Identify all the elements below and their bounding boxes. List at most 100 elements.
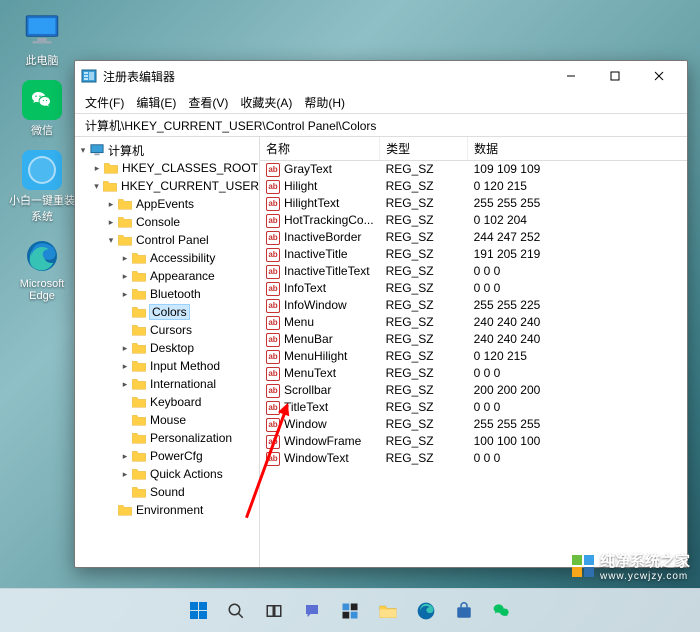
desktop-icon-label: 微信 <box>31 122 53 138</box>
tree-label: Sound <box>150 485 185 499</box>
tree-node[interactable]: ▸Desktop <box>77 339 259 357</box>
desktop-icon-this-pc[interactable]: 此电脑 <box>6 8 78 70</box>
edge-icon <box>22 236 62 276</box>
folder-icon <box>117 503 133 517</box>
value-row[interactable]: TitleTextREG_SZ0 0 0 <box>260 399 687 416</box>
tree-label: Cursors <box>150 323 192 337</box>
col-type[interactable]: 类型 <box>380 137 468 161</box>
menu-file[interactable]: 文件(F) <box>85 94 124 111</box>
col-data[interactable]: 数据 <box>468 137 687 161</box>
menu-edit[interactable]: 编辑(E) <box>136 94 176 111</box>
wechat-icon <box>22 80 62 120</box>
value-row[interactable]: WindowTextREG_SZ0 0 0 <box>260 450 687 467</box>
folder-icon <box>131 341 147 355</box>
tree-node[interactable]: ▾计算机 <box>77 141 259 159</box>
value-row[interactable]: HotTrackingCo...REG_SZ0 102 204 <box>260 212 687 229</box>
value-row[interactable]: GrayTextREG_SZ109 109 109 <box>260 161 687 178</box>
desktop-icon-wechat[interactable]: 微信 <box>6 78 78 140</box>
value-row[interactable]: InactiveTitleREG_SZ191 205 219 <box>260 246 687 263</box>
maximize-button[interactable] <box>593 61 637 91</box>
string-value-icon <box>266 418 280 432</box>
folder-icon <box>102 179 118 193</box>
folder-icon <box>131 359 147 373</box>
value-row[interactable]: InactiveTitleTextREG_SZ0 0 0 <box>260 263 687 280</box>
tree-node[interactable]: Mouse <box>77 411 259 429</box>
twisty-icon[interactable]: ▸ <box>119 271 131 282</box>
twisty-icon[interactable]: ▸ <box>119 343 131 354</box>
twisty-icon[interactable]: ▸ <box>119 379 131 390</box>
search-button[interactable] <box>220 595 252 627</box>
tree-node[interactable]: ▸Bluetooth <box>77 285 259 303</box>
value-list[interactable]: 名称 类型 数据 GrayTextREG_SZ109 109 109Hiligh… <box>260 137 687 567</box>
menu-view[interactable]: 查看(V) <box>188 94 228 111</box>
tree-node[interactable]: ▸Accessibility <box>77 249 259 267</box>
folder-icon <box>117 215 133 229</box>
tree-node[interactable]: ▸HKEY_CLASSES_ROOT <box>77 159 259 177</box>
minimize-button[interactable] <box>549 61 593 91</box>
string-value-icon <box>266 435 280 449</box>
edge-button[interactable] <box>410 595 442 627</box>
twisty-icon[interactable]: ▾ <box>77 145 89 156</box>
value-row[interactable]: WindowREG_SZ255 255 255 <box>260 416 687 433</box>
wechat-button[interactable] <box>486 595 518 627</box>
titlebar[interactable]: 注册表编辑器 <box>75 61 687 91</box>
store-button[interactable] <box>448 595 480 627</box>
close-button[interactable] <box>637 61 681 91</box>
task-view-button[interactable] <box>258 595 290 627</box>
tree-node[interactable]: ▸Quick Actions <box>77 465 259 483</box>
col-name[interactable]: 名称 <box>260 137 380 161</box>
tree-node[interactable]: ▸AppEvents <box>77 195 259 213</box>
widgets-button[interactable] <box>334 595 366 627</box>
value-row[interactable]: MenuREG_SZ240 240 240 <box>260 314 687 331</box>
twisty-icon[interactable]: ▸ <box>119 451 131 462</box>
twisty-icon[interactable]: ▸ <box>119 289 131 300</box>
twisty-icon[interactable]: ▾ <box>91 181 102 192</box>
string-value-icon <box>266 265 280 279</box>
twisty-icon[interactable]: ▸ <box>119 469 131 480</box>
address-bar[interactable]: 计算机\HKEY_CURRENT_USER\Control Panel\Colo… <box>75 113 687 137</box>
chat-button[interactable] <box>296 595 328 627</box>
tree-node[interactable]: ▾Control Panel <box>77 231 259 249</box>
tree-node[interactable]: ▸PowerCfg <box>77 447 259 465</box>
start-button[interactable] <box>182 595 214 627</box>
tree-node[interactable]: ▸ Console <box>77 213 259 231</box>
value-row[interactable]: InactiveBorderREG_SZ244 247 252 <box>260 229 687 246</box>
tree-view[interactable]: ▾计算机▸HKEY_CLASSES_ROOT▾HKEY_CURRENT_USER… <box>75 137 260 567</box>
tree-node[interactable]: Personalization <box>77 429 259 447</box>
twisty-icon[interactable]: ▾ <box>105 235 117 246</box>
tree-node[interactable]: ▸International <box>77 375 259 393</box>
tree-node[interactable]: Colors <box>77 303 259 321</box>
app-icon <box>22 150 62 190</box>
tree-label: Input Method <box>150 359 220 373</box>
desktop-icons: 此电脑 微信 小白一键重装系统 Microsoft Edge <box>6 8 78 304</box>
tree-node[interactable]: Environment <box>77 501 259 519</box>
value-row[interactable]: MenuHilightREG_SZ0 120 215 <box>260 348 687 365</box>
value-row[interactable]: ScrollbarREG_SZ200 200 200 <box>260 382 687 399</box>
folder-icon <box>131 467 147 481</box>
value-row[interactable]: WindowFrameREG_SZ100 100 100 <box>260 433 687 450</box>
twisty-icon[interactable]: ▸ <box>105 199 117 210</box>
value-row[interactable]: InfoWindowREG_SZ255 255 225 <box>260 297 687 314</box>
tree-node[interactable]: Cursors <box>77 321 259 339</box>
twisty-icon[interactable]: ▸ <box>119 253 131 264</box>
twisty-icon[interactable]: ▸ <box>91 163 103 174</box>
tree-node[interactable]: ▸ Input Method <box>77 357 259 375</box>
tree-node[interactable]: ▾HKEY_CURRENT_USER <box>77 177 259 195</box>
window-title: 注册表编辑器 <box>103 68 549 85</box>
explorer-button[interactable] <box>372 595 404 627</box>
tree-node[interactable]: Sound <box>77 483 259 501</box>
value-row[interactable]: MenuBarREG_SZ240 240 240 <box>260 331 687 348</box>
value-row[interactable]: InfoTextREG_SZ0 0 0 <box>260 280 687 297</box>
menu-favorites[interactable]: 收藏夹(A) <box>240 94 292 111</box>
value-row[interactable]: HilightTextREG_SZ255 255 255 <box>260 195 687 212</box>
desktop-icon-xiaobai[interactable]: 小白一键重装系统 <box>6 148 78 226</box>
menu-help[interactable]: 帮助(H) <box>304 94 345 111</box>
tree-node[interactable]: Keyboard <box>77 393 259 411</box>
value-row[interactable]: MenuTextREG_SZ0 0 0 <box>260 365 687 382</box>
value-row[interactable]: HilightREG_SZ0 120 215 <box>260 178 687 195</box>
twisty-icon[interactable]: ▸ <box>105 217 117 228</box>
tree-node[interactable]: ▸Appearance <box>77 267 259 285</box>
twisty-icon[interactable]: ▸ <box>119 361 131 372</box>
desktop-icon-edge[interactable]: Microsoft Edge <box>6 234 78 304</box>
tree-label: Console <box>136 215 180 229</box>
